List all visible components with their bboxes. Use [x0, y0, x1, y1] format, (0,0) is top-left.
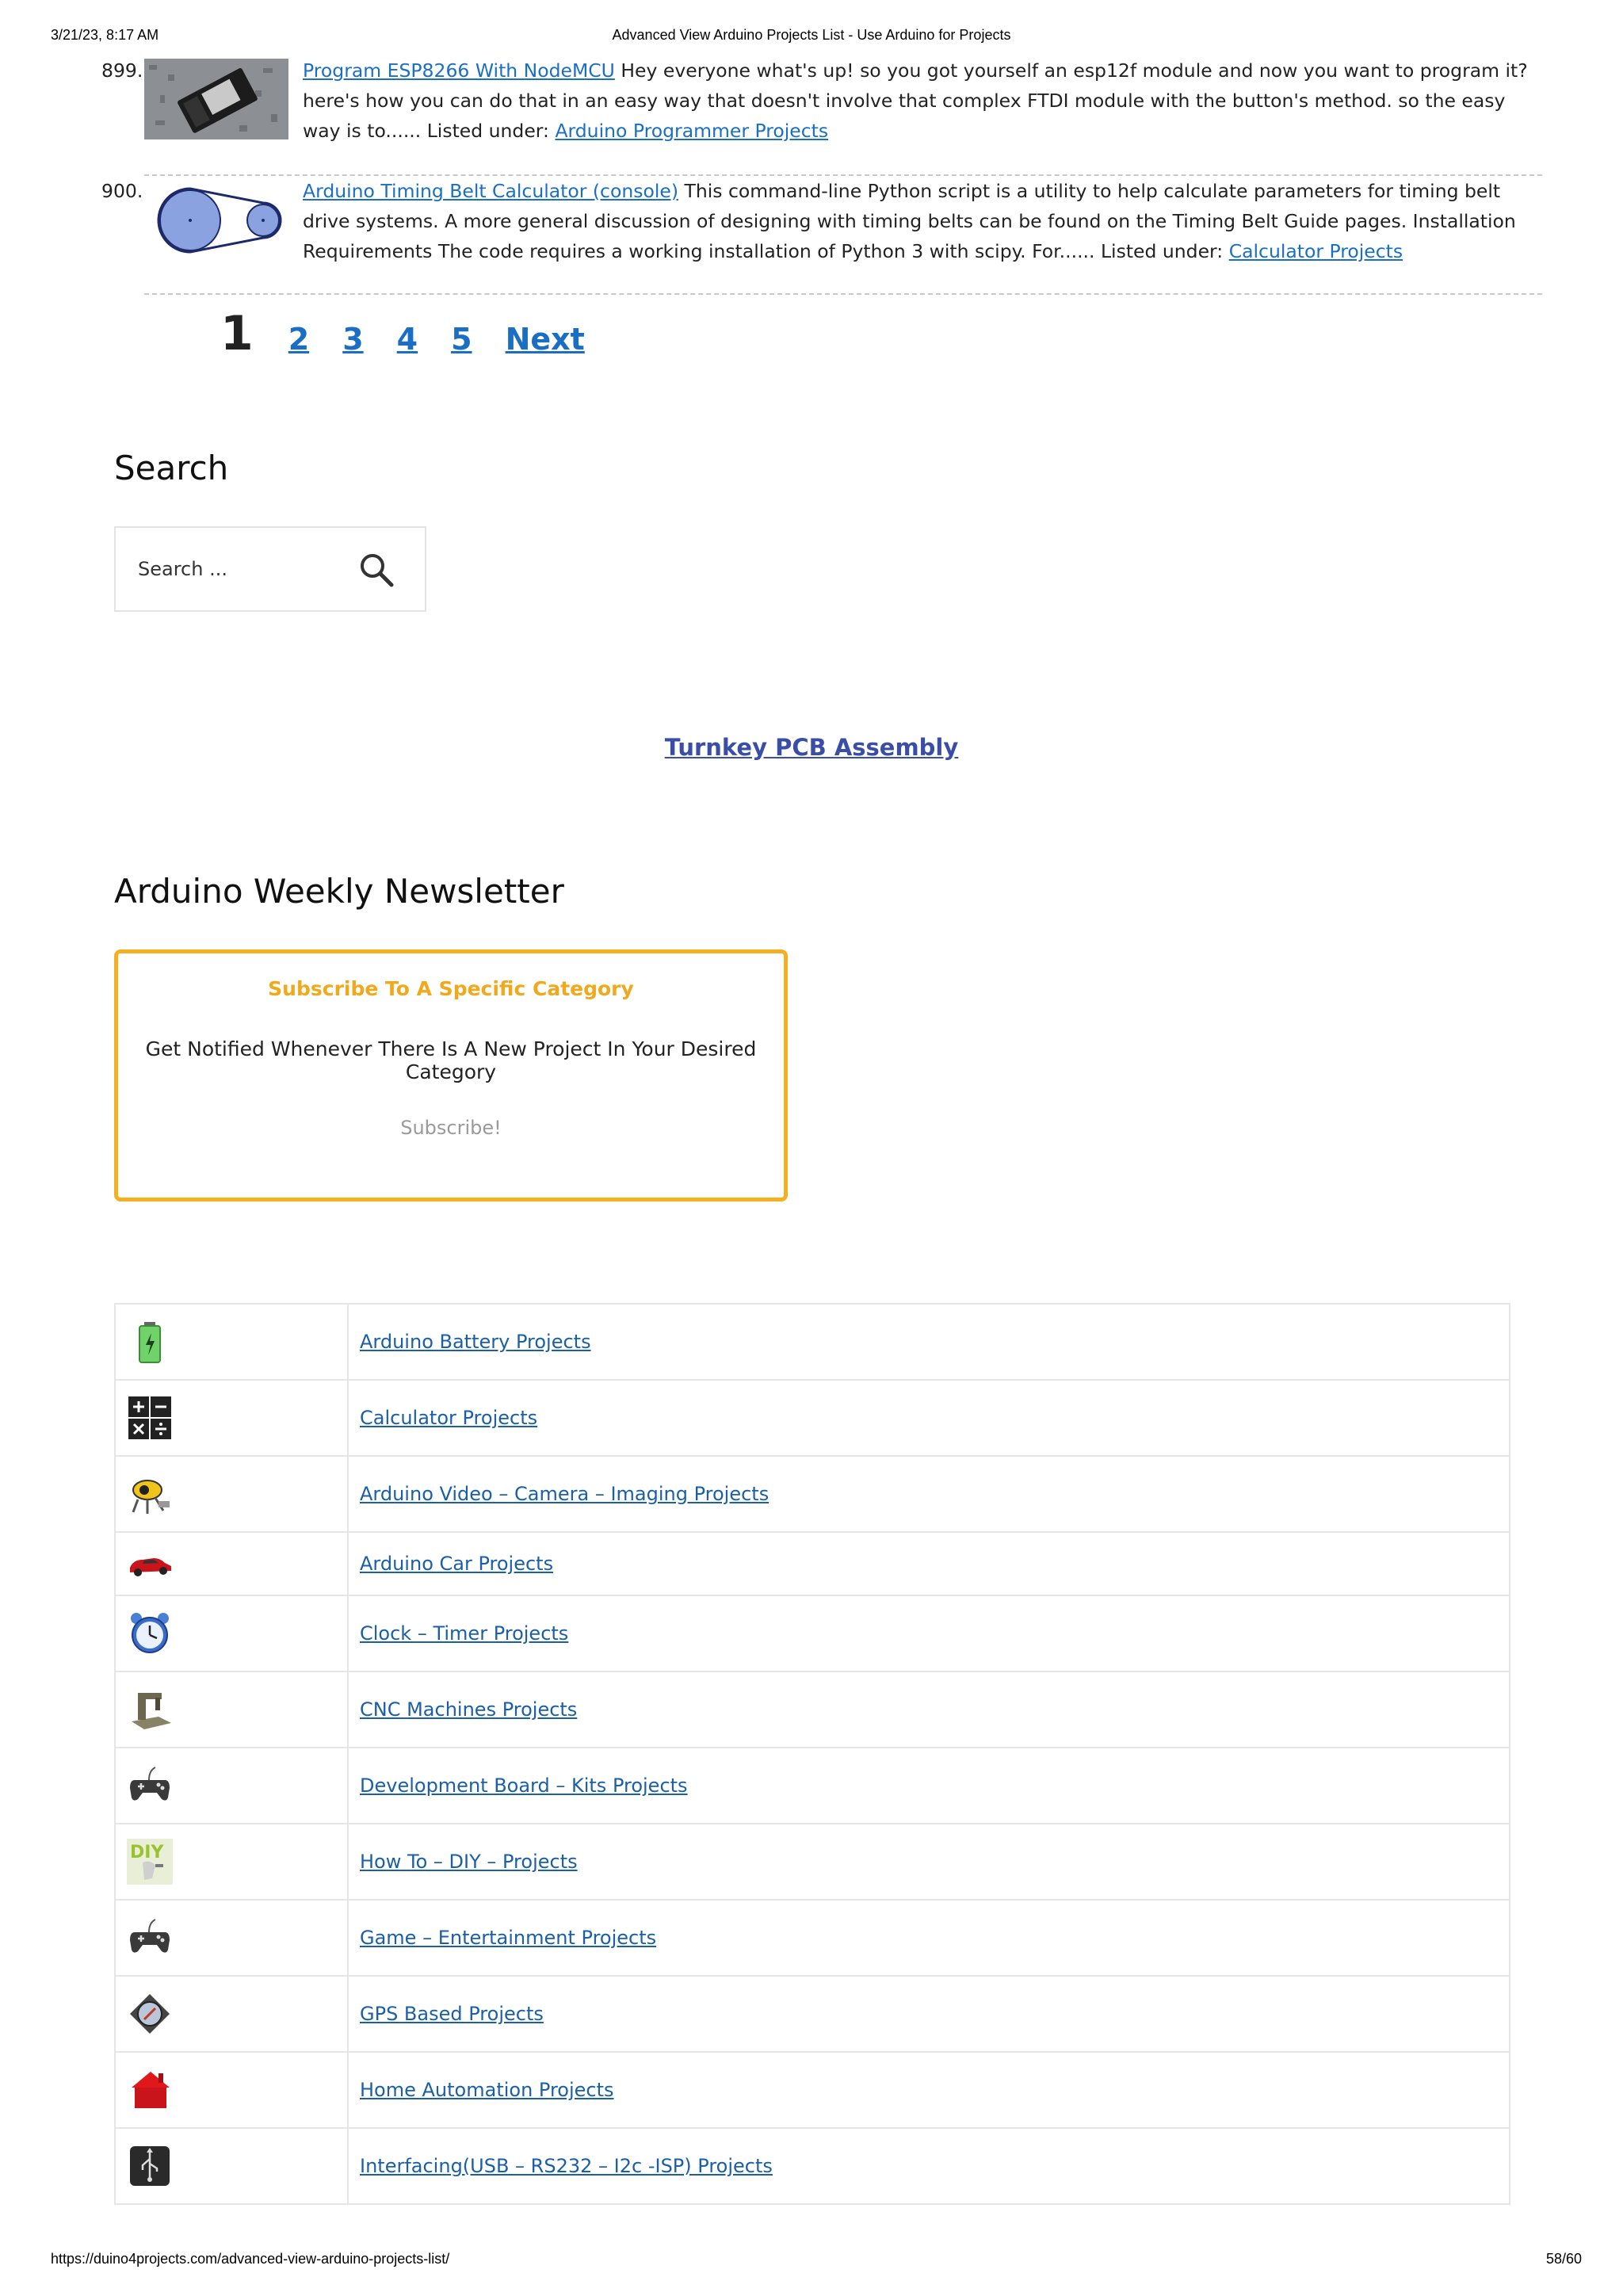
diy-icon: DIY — [127, 1839, 173, 1885]
search-form: Search ... — [114, 526, 426, 612]
table-row: GPS Based Projects — [114, 1975, 1510, 2053]
category-table: Arduino Battery Projects Calculator Proj… — [114, 1303, 1510, 2205]
print-title: Advanced View Arduino Projects List - Us… — [612, 27, 1011, 43]
search-heading: Search — [114, 449, 229, 487]
car-icon — [130, 1558, 171, 1576]
category-link-game[interactable]: Game – Entertainment Projects — [360, 1927, 656, 1949]
newsletter-box: Subscribe To A Specific Category Get Not… — [114, 949, 788, 1201]
pagination-page-2[interactable]: 2 — [288, 322, 309, 357]
project-category-link[interactable]: Calculator Projects — [1229, 240, 1403, 262]
timing-belt-thumbnail — [144, 179, 288, 260]
pagination-next[interactable]: Next — [506, 322, 585, 357]
calculator-icon — [128, 1396, 171, 1439]
search-icon[interactable] — [358, 552, 395, 588]
table-row: DIY How To – DIY – Projects — [114, 1823, 1510, 1901]
newsletter-description: Get Notified Whenever There Is A New Pro… — [145, 1037, 757, 1083]
table-row: Calculator Projects — [114, 1379, 1510, 1457]
house-icon — [132, 2072, 170, 2108]
category-link-car[interactable]: Arduino Car Projects — [360, 1553, 553, 1575]
esp8266-thumbnail — [144, 59, 288, 139]
print-page-number: 58/60 — [1545, 2251, 1582, 2267]
category-link-dev-board[interactable]: Development Board – Kits Projects — [360, 1775, 688, 1797]
turnkey-pcb-link[interactable]: Turnkey PCB Assembly — [665, 734, 959, 761]
print-header: 3/21/23, 8:17 AM Advanced View Arduino P… — [0, 27, 1623, 46]
table-row: Arduino Video – Camera – Imaging Project… — [114, 1455, 1510, 1533]
pagination-page-5[interactable]: 5 — [451, 322, 472, 357]
category-link-video-camera[interactable]: Arduino Video – Camera – Imaging Project… — [360, 1483, 769, 1505]
project-title-link[interactable]: Program ESP8266 With NodeMCU — [303, 59, 615, 82]
category-link-how-to-diy[interactable]: How To – DIY – Projects — [360, 1851, 578, 1873]
pagination-current-page: 1 — [220, 306, 254, 361]
alarm-clock-icon — [131, 1613, 169, 1653]
category-link-interfacing[interactable]: Interfacing(USB – RS232 – I2c -ISP) Proj… — [360, 2155, 773, 2177]
category-link-home-automation[interactable]: Home Automation Projects — [360, 2079, 614, 2101]
project-text: Program ESP8266 With NodeMCU Hey everyon… — [303, 55, 1539, 146]
turnkey-banner: Turnkey PCB Assembly — [0, 734, 1623, 761]
gamepad-icon — [130, 1919, 170, 1953]
battery-icon — [139, 1322, 161, 1363]
project-title-link[interactable]: Arduino Timing Belt Calculator (console) — [303, 180, 678, 202]
project-item: 900. Arduino Timing Belt Calculator (con… — [76, 176, 1547, 273]
table-row: Arduino Battery Projects — [114, 1303, 1510, 1381]
gps-icon — [130, 1994, 170, 2034]
search-input[interactable]: Search ... — [138, 558, 227, 580]
category-link-calculator[interactable]: Calculator Projects — [360, 1407, 537, 1429]
subscribe-button[interactable]: Subscribe! — [118, 1117, 784, 1139]
category-link-cnc[interactable]: CNC Machines Projects — [360, 1698, 577, 1721]
table-row: Development Board – Kits Projects — [114, 1747, 1510, 1824]
project-text: Arduino Timing Belt Calculator (console)… — [303, 176, 1539, 266]
newsletter-title: Subscribe To A Specific Category — [268, 977, 634, 1000]
print-footer: https://duino4projects.com/advanced-view… — [0, 2251, 1623, 2270]
table-row: Arduino Car Projects — [114, 1531, 1510, 1596]
gamepad-icon — [130, 1767, 170, 1801]
cnc-machine-icon — [132, 1693, 171, 1729]
project-item: 899. Program ESP8266 With NodeMCU Hey ev… — [76, 55, 1547, 152]
category-link-gps[interactable]: GPS Based Projects — [360, 2003, 544, 2025]
category-link-clock-timer[interactable]: Clock – Timer Projects — [360, 1622, 568, 1645]
camera-icon — [132, 1480, 170, 1514]
print-url: https://duino4projects.com/advanced-view… — [51, 2251, 450, 2267]
category-link-battery[interactable]: Arduino Battery Projects — [360, 1331, 591, 1353]
project-category-link[interactable]: Arduino Programmer Projects — [555, 120, 828, 142]
table-row: Clock – Timer Projects — [114, 1595, 1510, 1672]
pagination: 1 2 3 4 5 Next — [220, 306, 618, 361]
table-row: Game – Entertainment Projects — [114, 1899, 1510, 1977]
usb-icon — [130, 2146, 170, 2186]
svg-text:DIY: DIY — [130, 1843, 164, 1862]
pagination-page-3[interactable]: 3 — [342, 322, 363, 357]
project-divider — [144, 293, 1542, 295]
table-row: CNC Machines Projects — [114, 1671, 1510, 1748]
pagination-page-4[interactable]: 4 — [397, 322, 418, 357]
table-row: Home Automation Projects — [114, 2051, 1510, 2129]
table-row: Interfacing(USB – RS232 – I2c -ISP) Proj… — [114, 2127, 1510, 2205]
newsletter-heading: Arduino Weekly Newsletter — [114, 872, 564, 911]
